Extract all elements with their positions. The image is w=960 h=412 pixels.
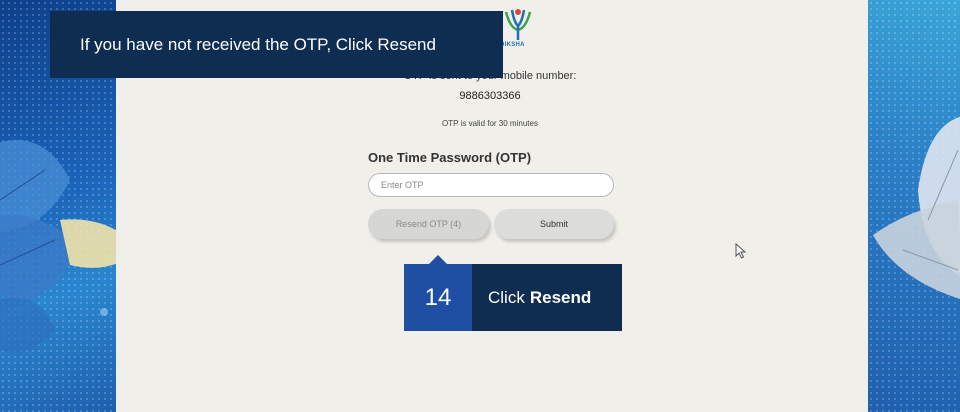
otp-field-label: One Time Password (OTP): [368, 150, 532, 165]
leaf-decoration-icon: [873, 116, 960, 299]
step-number: 14: [424, 283, 452, 311]
resend-otp-button[interactable]: Resend OTP (4): [368, 209, 489, 239]
step-callout: 14 Click Resend: [404, 255, 622, 331]
step-instruction: Click Resend: [472, 264, 622, 331]
otp-input[interactable]: [368, 173, 614, 197]
step-number-box: 14: [404, 255, 472, 331]
instruction-banner: If you have not received the OTP, Click …: [50, 11, 503, 78]
callout-pointer-icon: [428, 255, 448, 265]
instruction-text: If you have not received the OTP, Click …: [80, 34, 436, 54]
right-background: [868, 0, 960, 412]
logo-text: DIKSHA: [500, 42, 525, 48]
otp-validity-note: OTP is valid for 30 minutes: [442, 119, 538, 128]
mouse-cursor-icon: [735, 243, 747, 259]
submit-button[interactable]: Submit: [494, 209, 614, 239]
step-instruction-prefix: Click: [488, 287, 525, 307]
mobile-number: 9886303366: [459, 90, 521, 102]
step-instruction-action: Resend: [529, 287, 592, 307]
